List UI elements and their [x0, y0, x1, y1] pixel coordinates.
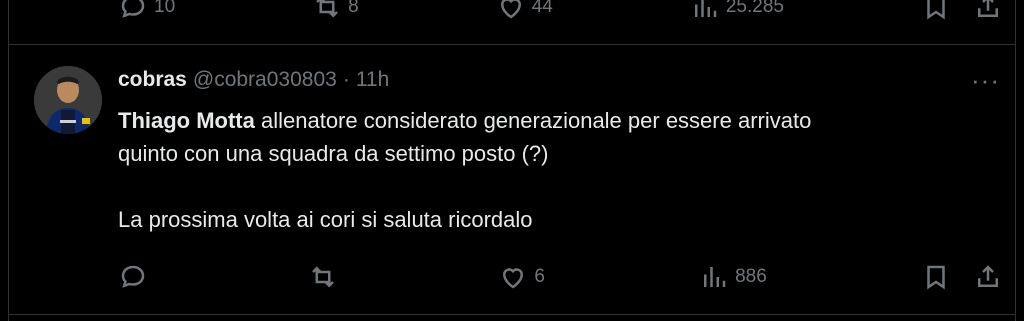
- post-text-line-3: La prossima volta ai cori si saluta rico…: [118, 207, 533, 232]
- previous-post-right-actions: [921, 0, 1003, 22]
- share-icon[interactable]: [973, 262, 1003, 292]
- post-text-line-1: Thiago Motta allenatore considerato gene…: [118, 104, 968, 137]
- like-count: 44: [531, 0, 553, 17]
- reply-count: 10: [154, 0, 176, 17]
- post-divider-bottom: [8, 314, 1016, 315]
- views-chart-icon: [694, 0, 717, 17]
- like-button[interactable]: 44: [496, 0, 553, 22]
- like-count: 6: [534, 266, 545, 287]
- more-options-icon[interactable]: ···: [971, 67, 1000, 93]
- previous-post-action-bar: 10 8 44 25.285: [118, 0, 1003, 22]
- post-divider-top: [8, 44, 1016, 45]
- timeline-frame: 10 8 44 25.285 cobras @cobra030803 · 11h…: [0, 0, 1024, 321]
- repost-icon: [312, 266, 335, 288]
- repost-icon: [316, 0, 339, 18]
- repost-button[interactable]: [308, 262, 344, 292]
- post-header: cobras @cobra030803 · 11h: [118, 68, 389, 92]
- timeline-left-border: [8, 0, 9, 321]
- post-text-bold: Thiago Motta: [118, 108, 255, 133]
- avatar[interactable]: [34, 66, 102, 134]
- timeline-right-border: [1015, 0, 1016, 321]
- repost-button[interactable]: 8: [312, 0, 359, 22]
- post-text-line-2: quinto con una squadra da settimo posto …: [118, 141, 549, 166]
- bookmark-icon[interactable]: [921, 262, 951, 292]
- avatar-image: [34, 66, 102, 134]
- views-button[interactable]: 25.285: [690, 0, 784, 22]
- display-name[interactable]: cobras: [118, 68, 187, 92]
- reply-icon: [121, 0, 145, 18]
- reply-button[interactable]: 10: [118, 0, 175, 22]
- views-count: 25.285: [725, 0, 784, 17]
- post-action-bar: 6 886: [118, 262, 1003, 292]
- post-right-actions: [921, 262, 1003, 292]
- post-timestamp[interactable]: 11h: [356, 68, 389, 92]
- like-button[interactable]: 6: [498, 262, 545, 292]
- views-count: 886: [735, 266, 767, 287]
- post-text: Thiago Motta allenatore considerato gene…: [118, 104, 968, 236]
- share-icon[interactable]: [973, 0, 1003, 22]
- header-separator: ·: [342, 68, 350, 91]
- views-chart-icon: [704, 267, 726, 287]
- reply-button[interactable]: [118, 262, 154, 292]
- heart-icon: [503, 268, 524, 289]
- reply-icon: [121, 265, 145, 288]
- bookmark-icon[interactable]: [921, 0, 951, 22]
- user-handle[interactable]: @cobra030803: [193, 68, 337, 92]
- heart-icon: [500, 0, 521, 19]
- post-text-line-1-rest: allenatore considerato generazionale per…: [254, 108, 812, 133]
- repost-count: 8: [348, 0, 359, 17]
- views-button[interactable]: 886: [699, 262, 767, 292]
